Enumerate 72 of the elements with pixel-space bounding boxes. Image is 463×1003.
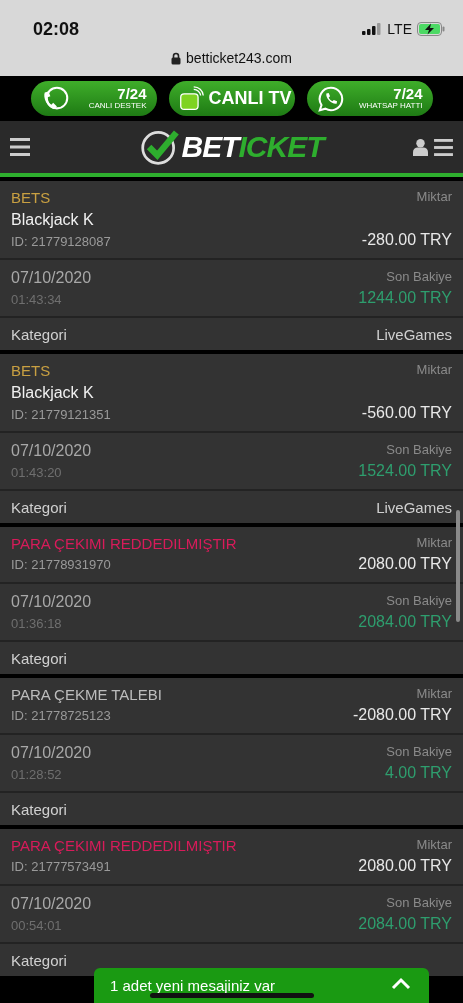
amount-value: -2080.00 TRY xyxy=(352,706,452,724)
transaction-date: 07/10/2020 xyxy=(11,442,92,460)
game-name: Blackjack K xyxy=(11,211,95,229)
promo-button[interactable]: 7/24 WHATSAP HATTI xyxy=(306,81,433,116)
category-label: Kategori xyxy=(11,800,67,818)
signal-icon xyxy=(362,23,383,35)
chevron-icon[interactable] xyxy=(391,977,411,991)
balance-label: Son Bakiye xyxy=(386,744,452,759)
transaction-id: ID: 21779121351 xyxy=(11,407,111,422)
promo-label: CANLI DESTEK xyxy=(88,101,147,111)
menu-icon[interactable] xyxy=(434,138,453,156)
balance-label: Son Bakiye xyxy=(386,269,452,284)
amount-label: Miktar xyxy=(416,837,452,852)
transaction-time: 00:54:01 xyxy=(11,918,63,933)
promo-label: WHATSAP HATTI xyxy=(358,101,423,111)
balance-label: Son Bakiye xyxy=(386,442,452,457)
balance-value: 1524.00 TRY xyxy=(358,462,452,480)
balance-label: Son Bakiye xyxy=(386,593,452,608)
transaction-date: 07/10/2020 xyxy=(11,593,92,611)
amount-label: Miktar xyxy=(416,535,452,550)
transaction-id: ID: 21777573491 xyxy=(11,859,112,874)
transaction-type: BETS xyxy=(11,189,52,206)
tv-icon xyxy=(178,85,205,112)
category-label: Kategori xyxy=(11,649,67,667)
amount-value: 2080.00 TRY xyxy=(358,857,452,875)
battery-icon xyxy=(417,22,445,36)
transaction-date: 07/10/2020 xyxy=(11,269,92,287)
message-bar[interactable]: 1 adet yeni mesajiniz var xyxy=(94,968,429,1003)
chat-phone-icon xyxy=(316,84,345,113)
promo-button[interactable]: CANLI TV xyxy=(168,81,295,116)
promo-hours: 7/24 xyxy=(393,86,423,101)
transaction-date: 07/10/2020 xyxy=(11,895,92,913)
game-name: Blackjack K xyxy=(11,384,95,402)
category-label: Kategori xyxy=(11,951,67,969)
amount-value: -280.00 TRY xyxy=(361,231,452,249)
transaction-type: PARA ÇEKIMI REDDEDILMIŞTIR xyxy=(11,837,237,854)
message-text: 1 adet yeni mesajiniz var xyxy=(110,977,276,994)
balance-value: 4.00 TRY xyxy=(385,764,452,782)
transaction-time: 01:36:18 xyxy=(11,616,63,631)
transaction-type: PARA ÇEKIMI REDDEDILMIŞTIR xyxy=(11,535,237,552)
user-icon[interactable] xyxy=(413,138,428,156)
category-label: Kategori xyxy=(11,325,67,343)
transaction-id: ID: 21778725123 xyxy=(11,708,112,723)
transaction-time: 01:28:52 xyxy=(11,767,63,782)
balance-value: 2084.00 TRY xyxy=(358,613,452,631)
promo-hours: 7/24 xyxy=(117,86,147,101)
transaction-id: ID: 21778931970 xyxy=(11,557,112,572)
transaction-time: 01:43:34 xyxy=(11,292,63,307)
transaction-id: ID: 21779128087 xyxy=(11,234,111,249)
network-label: LTE xyxy=(387,21,412,37)
balance-value: 2084.00 TRY xyxy=(358,915,452,933)
transaction-time: 01:43:20 xyxy=(11,465,63,480)
amount-value: 2080.00 TRY xyxy=(358,555,452,573)
balance-value: 1244.00 TRY xyxy=(358,289,452,307)
transaction-type: BETS xyxy=(11,362,52,379)
transaction-type: PARA ÇEKME TALEBI xyxy=(11,686,162,703)
scrollbar[interactable] xyxy=(456,510,460,622)
transaction-date: 07/10/2020 xyxy=(11,744,92,762)
clock: 02:08 xyxy=(33,18,80,40)
lock-icon xyxy=(171,51,182,65)
category-label: Kategori xyxy=(11,498,67,516)
amount-label: Miktar xyxy=(416,686,452,701)
menu-icon[interactable] xyxy=(10,138,30,156)
amount-label: Miktar xyxy=(416,189,452,204)
promo-label: CANLI TV xyxy=(208,88,292,109)
category-value: LiveGames xyxy=(376,325,452,343)
url-text[interactable]: betticket243.com xyxy=(186,50,292,66)
amount-value: -560.00 TRY xyxy=(361,404,452,422)
balance-label: Son Bakiye xyxy=(386,895,452,910)
category-value: LiveGames xyxy=(376,498,452,516)
amount-label: Miktar xyxy=(416,362,452,377)
promo-button[interactable]: 7/24 CANLI DESTEK xyxy=(30,81,157,116)
